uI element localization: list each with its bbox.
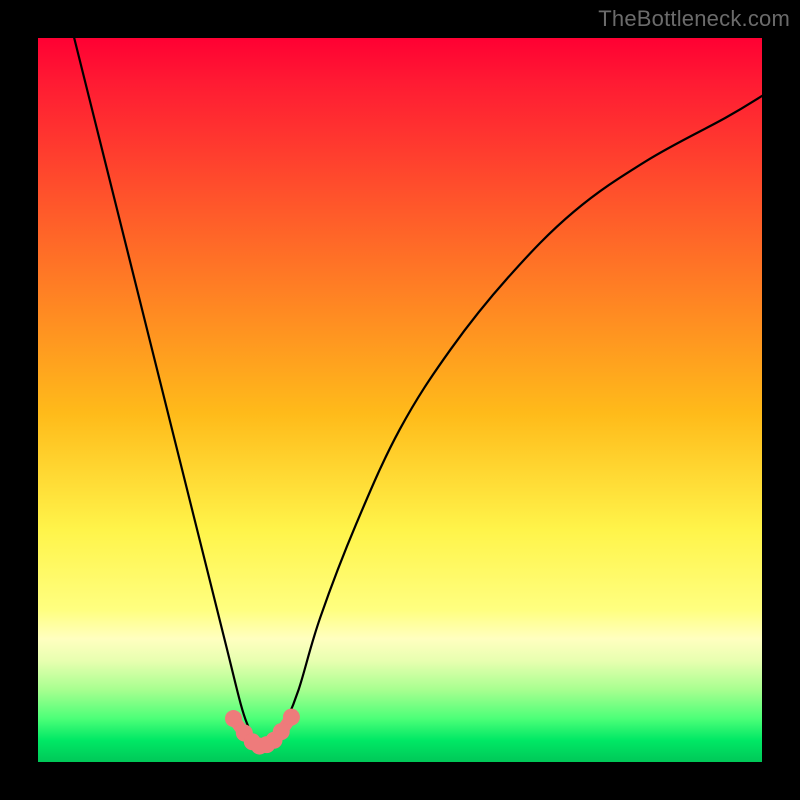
curve-layer <box>74 38 762 748</box>
bottleneck-curve-path <box>74 38 762 748</box>
marker-point <box>273 723 290 740</box>
marker-point <box>283 709 300 726</box>
marker-group <box>225 709 300 755</box>
chart-frame: TheBottleneck.com <box>0 0 800 800</box>
bottleneck-curve-svg <box>38 38 762 762</box>
marker-point <box>225 710 242 727</box>
plot-area <box>38 38 762 762</box>
watermark-text: TheBottleneck.com <box>598 6 790 32</box>
